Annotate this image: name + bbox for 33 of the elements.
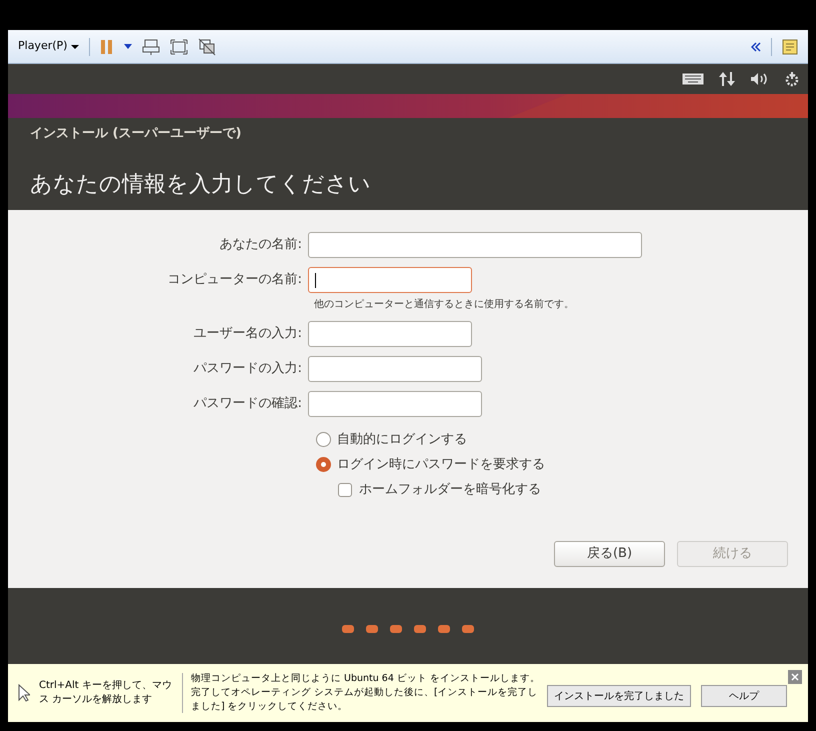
input-field[interactable] — [308, 267, 472, 293]
window-title: インストール (スーパーユーザーで) — [30, 125, 242, 143]
cursor-icon — [18, 684, 30, 702]
keyboard-icon[interactable] — [682, 73, 704, 85]
field-label: パスワードの入力: — [192, 360, 303, 378]
radio-option[interactable]: 自動的にログインする — [316, 430, 808, 449]
input-field[interactable] — [308, 232, 642, 258]
caret-icon[interactable] — [124, 44, 132, 49]
info-message: 物理コンピュータ上と同じように Ubuntu 64 ビット をインストールします。完了してオペレーティング システムが起動した後に、[インストールを完了しました] をクリックしてください。 — [191, 672, 541, 714]
hint-text: 他のコンピューターと通信するときに使用する名前です。 — [314, 298, 575, 312]
input-field[interactable] — [308, 356, 482, 382]
fullscreen-icon[interactable] — [170, 38, 188, 54]
note-icon[interactable] — [782, 38, 798, 54]
radio-option[interactable]: ログイン時にパスワードを要求する — [316, 455, 808, 474]
player-menu[interactable]: Player(P) — [18, 38, 80, 55]
field-label: ユーザー名の入力: — [192, 325, 303, 344]
collapse-icon[interactable] — [751, 42, 761, 52]
network-icon[interactable] — [718, 71, 736, 87]
checkbox-option[interactable]: ホームフォルダーを暗号化する — [338, 480, 808, 499]
field-label: あなたの名前: — [218, 236, 303, 254]
send-keys-icon[interactable] — [142, 38, 160, 56]
unity-icon[interactable] — [198, 38, 216, 56]
info-button[interactable]: ヘルプ — [701, 685, 787, 707]
release-hint: Ctrl+Alt キーを押して、マウス カーソルを解放します — [39, 679, 173, 707]
page-heading: あなたの情報を入力してください — [30, 171, 372, 199]
input-field[interactable] — [308, 321, 472, 347]
field-label: パスワードの確認: — [192, 395, 303, 414]
info-button[interactable]: インストールを完了しました — [547, 685, 691, 707]
field-label: コンピューターの名前: — [166, 271, 303, 290]
power-icon[interactable] — [784, 71, 800, 87]
close-icon[interactable] — [788, 670, 802, 684]
dialog-button[interactable]: 戻る(B) — [554, 541, 665, 567]
input-field[interactable] — [308, 391, 482, 417]
